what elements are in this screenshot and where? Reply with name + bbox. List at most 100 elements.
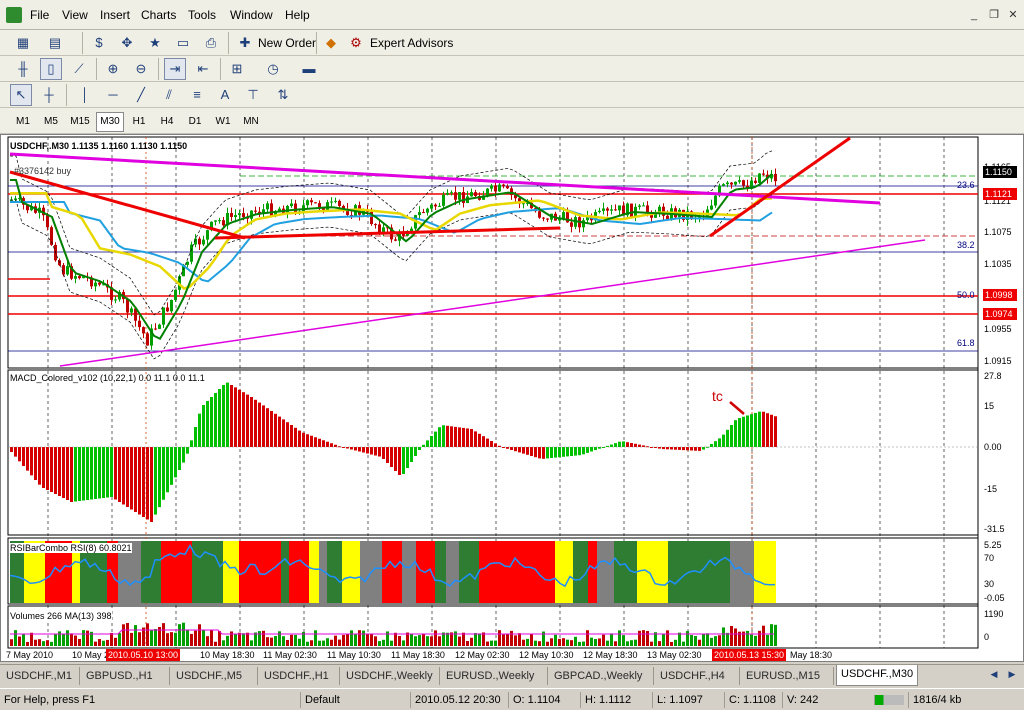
candle-body xyxy=(434,204,437,207)
macd-bar xyxy=(262,405,265,447)
candle-body xyxy=(454,192,457,200)
candle-body xyxy=(538,211,541,218)
macd-bar xyxy=(438,427,441,447)
volume-bar xyxy=(362,630,365,646)
volume-bar xyxy=(278,631,281,646)
candle-body xyxy=(618,205,621,211)
macd-bar xyxy=(530,447,533,456)
volume-bar xyxy=(690,635,693,646)
candle-body xyxy=(562,212,565,219)
macd-bar xyxy=(362,447,365,453)
macd-bar xyxy=(734,420,737,447)
fib-label-23: 23.6 xyxy=(957,180,975,190)
macd-bar xyxy=(126,447,129,507)
price-axis-label: 1.1075 xyxy=(984,227,1012,237)
rsi-color-block xyxy=(327,541,342,603)
tab-usdchf-m1[interactable]: USDCHF.,M1 xyxy=(2,667,80,685)
volume-bar xyxy=(622,635,625,646)
volume-bar xyxy=(186,630,189,646)
volume-bar xyxy=(602,634,605,646)
volume-bar xyxy=(94,641,97,646)
volume-bar xyxy=(342,634,345,646)
volume-bar xyxy=(646,631,649,646)
volume-bar xyxy=(530,633,533,646)
tab-usdchf-weekly[interactable]: USDCHF.,Weekly xyxy=(342,667,440,685)
rsi-color-block xyxy=(239,541,259,603)
tab-usdchf-h1[interactable]: USDCHF.,H1 xyxy=(260,667,340,685)
tab-scroll-right-icon[interactable]: ▶ xyxy=(1004,665,1020,683)
volume-bar xyxy=(462,632,465,646)
macd-bar xyxy=(258,402,261,447)
macd-bar xyxy=(58,447,61,496)
volume-bar xyxy=(318,640,321,646)
candle-body xyxy=(126,299,129,313)
tab-scroll-left-icon[interactable]: ◀ xyxy=(986,665,1002,683)
macd-bar xyxy=(94,447,97,499)
macd-bar xyxy=(90,447,93,500)
tab-usdchf-m30[interactable]: USDCHF.,M30 xyxy=(836,665,918,686)
candle-body xyxy=(146,333,149,346)
macd-bar xyxy=(114,447,117,500)
macd-axis-label: 27.8 xyxy=(984,371,1002,381)
macd-bar xyxy=(214,393,217,447)
macd-bar xyxy=(538,447,541,459)
macd-bar xyxy=(54,447,57,494)
candle-body xyxy=(738,180,741,182)
candle-body xyxy=(666,215,669,220)
volume-bar xyxy=(694,636,697,646)
tc-annotation-arrow xyxy=(729,401,745,415)
status-volume: V: 242 xyxy=(782,692,872,708)
volume-bar xyxy=(214,641,217,646)
tab-eurusd-weekly[interactable]: EURUSD.,Weekly xyxy=(442,667,548,685)
macd-bar xyxy=(178,447,181,470)
volume-bar xyxy=(522,639,525,646)
candle-body xyxy=(606,208,609,211)
volume-bar xyxy=(426,636,429,646)
candle-body xyxy=(162,307,165,325)
volume-bar xyxy=(402,640,405,646)
volume-bar xyxy=(586,630,589,646)
macd-bar xyxy=(334,444,337,447)
tab-eurusd-m15[interactable]: EURUSD.,M15 xyxy=(742,667,834,685)
rsi-color-block xyxy=(479,541,489,603)
candle-body xyxy=(138,320,141,328)
tab-gbpusd-h1[interactable]: GBPUSD.,H1 xyxy=(82,667,170,685)
rsi-color-block xyxy=(309,541,319,603)
tab-gbpcad-weekly[interactable]: GBPCAD.,Weekly xyxy=(550,667,654,685)
chart-canvas[interactable] xyxy=(0,0,1024,710)
macd-bar xyxy=(38,447,41,485)
macd-bar xyxy=(698,447,701,451)
volume-bar xyxy=(490,640,493,646)
volume-bar xyxy=(470,637,473,646)
tab-usdchf-h4[interactable]: USDCHF.,H4 xyxy=(656,667,740,685)
volume-bar xyxy=(370,633,373,646)
rsi-color-block xyxy=(730,541,736,603)
candle-body xyxy=(238,213,241,216)
macd-bar xyxy=(394,447,397,471)
rsi-color-block xyxy=(668,541,680,603)
volume-bar xyxy=(442,632,445,646)
candle-body xyxy=(158,324,161,329)
time-label: May 18:30 xyxy=(790,650,833,660)
volume-bar xyxy=(430,636,433,646)
candle-body xyxy=(602,208,605,211)
candle-body xyxy=(498,184,501,192)
macd-bar xyxy=(210,397,213,447)
tab-usdchf-m5[interactable]: USDCHF.,M5 xyxy=(172,667,258,685)
macd-bar xyxy=(454,426,457,447)
macd-bar xyxy=(678,447,681,450)
volume-bar xyxy=(306,641,309,646)
rsi-color-block xyxy=(700,541,720,603)
macd-bar xyxy=(446,425,449,447)
macd-bar xyxy=(722,434,725,447)
volume-bar xyxy=(50,641,53,646)
volume-bar xyxy=(134,625,137,646)
candle-body xyxy=(542,217,545,219)
macd-bar xyxy=(670,447,673,450)
macd-bar xyxy=(146,447,149,520)
volume-bar xyxy=(714,636,717,646)
time-label: 12 May 02:30 xyxy=(455,650,510,660)
candle-body xyxy=(214,220,217,222)
volume-bar xyxy=(234,634,237,646)
volume-bar xyxy=(762,625,765,646)
